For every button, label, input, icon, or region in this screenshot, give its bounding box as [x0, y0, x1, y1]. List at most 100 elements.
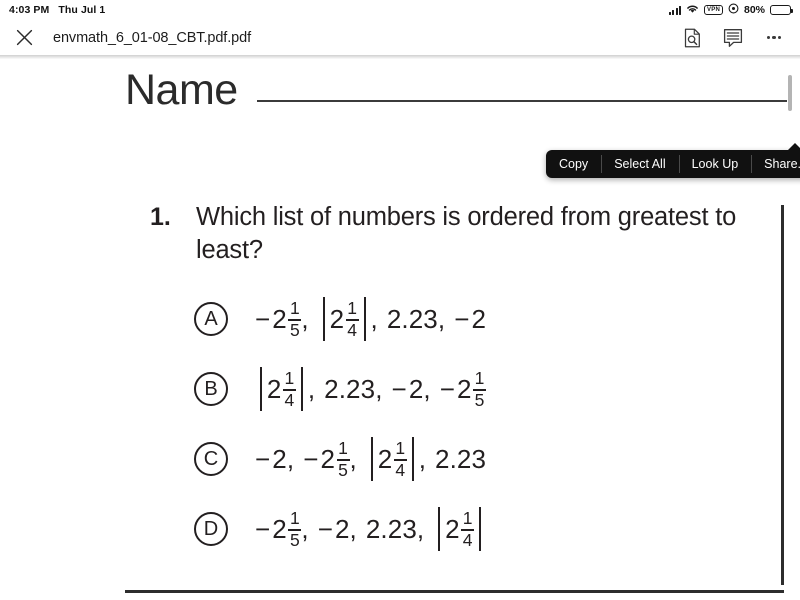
math-term: 214 — [366, 437, 419, 482]
vpn-badge: VPN — [704, 4, 723, 16]
math-term: −2 1 5 — [255, 298, 302, 340]
absolute-value-bar — [479, 507, 482, 552]
context-menu-item-select-all[interactable]: Select All — [601, 150, 678, 178]
choice-expression-d: −2 1 5, −2, 2.23, 2 1 4 — [255, 507, 486, 552]
comma: , — [375, 373, 383, 404]
minus-sign: − — [255, 443, 271, 474]
choice-bubble-b[interactable]: B — [194, 372, 228, 407]
integer-value: 2 — [471, 303, 487, 334]
math-term: 214 — [433, 507, 486, 552]
whole-part: 2 — [320, 443, 336, 474]
comma: , — [418, 443, 427, 474]
decimal-value: 2.23 — [365, 513, 417, 544]
math-term: 2.23 — [387, 304, 438, 335]
status-bar: 4:03 PM Thu Jul 1 VPN 80% — [0, 0, 800, 20]
math-term: 2.23 — [435, 444, 486, 475]
minus-sign: − — [303, 443, 319, 474]
document-scrollbar-thumb[interactable] — [787, 75, 792, 111]
comma: , — [349, 443, 357, 474]
fraction: 14 — [393, 438, 407, 480]
pdf-viewport[interactable]: Name 1. Which list of numbers is ordered… — [0, 59, 800, 600]
minus-sign: − — [317, 513, 333, 544]
math-term: −2 — [392, 374, 424, 405]
cellular-signal-icon — [668, 5, 682, 15]
battery-percent: 80% — [743, 4, 765, 16]
choice-bubble-c[interactable]: C — [194, 442, 228, 477]
document-search-icon[interactable] — [680, 26, 704, 50]
comma: , — [416, 513, 425, 544]
answer-choices: A −2 1 5, 2 1 4, 2.23, −2 B 2 1 4, 2.23, −2, −2 1 5 C −2, −2… — [150, 284, 750, 564]
whole-part: 2 — [272, 513, 287, 544]
wifi-icon — [686, 4, 699, 17]
more-options-icon[interactable] — [762, 26, 786, 50]
context-menu-item-look-up[interactable]: Look Up — [678, 150, 752, 178]
minus-sign: − — [454, 303, 470, 334]
mixed-number: 214 — [445, 508, 475, 550]
page-right-rule — [781, 205, 784, 585]
document-scrollbar-track[interactable] — [787, 59, 796, 600]
math-term: 2.23 — [324, 374, 375, 405]
integer-value: 2 — [408, 373, 424, 404]
question-number: 1. — [150, 203, 171, 231]
status-bar-left: 4:03 PM Thu Jul 1 — [9, 4, 105, 16]
math-term: −2 — [318, 514, 350, 545]
choice-bubble-d[interactable]: D — [194, 512, 228, 547]
mixed-number: 215 — [272, 298, 302, 340]
status-bar-right: VPN 80% — [668, 3, 793, 17]
fraction: 15 — [473, 368, 487, 410]
name-label: Name — [125, 66, 238, 114]
question-block: 1. Which list of numbers is ordered from… — [150, 201, 750, 564]
text-selection-context-menu: CopySelect AllLook UpShare... — [546, 143, 800, 178]
document-toolbar: envmath_6_01-08_CBT.pdf.pdf — [0, 20, 800, 55]
mixed-number: 215 — [272, 508, 302, 550]
integer-value: 2 — [272, 443, 287, 474]
pdf-page: Name 1. Which list of numbers is ordered… — [0, 59, 800, 600]
minus-sign: − — [391, 373, 407, 404]
comma: , — [437, 303, 446, 334]
whole-part: 2 — [272, 303, 287, 334]
decimal-value: 2.23 — [386, 303, 438, 334]
answer-choice-d[interactable]: D −2 1 5, −2, 2.23, 2 1 4 — [150, 494, 750, 564]
markup-annotation-icon[interactable] — [721, 26, 745, 50]
mixed-number: 215 — [457, 368, 487, 410]
answer-choice-a[interactable]: A −2 1 5, 2 1 4, 2.23, −2 — [150, 284, 750, 354]
math-term: −2 — [255, 444, 287, 475]
context-menu-item-copy[interactable]: Copy — [546, 150, 601, 178]
comma: , — [301, 303, 309, 334]
comma: , — [301, 513, 309, 544]
whole-part: 2 — [457, 373, 472, 404]
fraction: 15 — [288, 298, 302, 340]
absolute-value-bar — [411, 437, 414, 482]
context-menu-item-share[interactable]: Share... — [751, 150, 800, 178]
math-term: 214 — [318, 297, 371, 342]
math-term: 2.23 — [366, 514, 417, 545]
math-term: 214 — [255, 367, 308, 412]
context-menu-caret — [786, 143, 800, 151]
comma: , — [423, 373, 431, 404]
answer-choice-c[interactable]: C −2, −2 1 5, 2 1 4, 2.23 — [150, 424, 750, 494]
absolute-value-bar — [300, 367, 303, 412]
math-term: −2 1 5 — [303, 438, 350, 480]
fraction: 15 — [336, 438, 350, 480]
choice-bubble-a[interactable]: A — [194, 302, 228, 337]
answer-choice-b[interactable]: B 2 1 4, 2.23, −2, −2 1 5 — [150, 354, 750, 424]
mixed-number: 215 — [320, 438, 350, 480]
absolute-value-bar — [370, 437, 373, 482]
integer-value: 2 — [334, 513, 350, 544]
name-write-line — [256, 99, 787, 102]
question-row: 1. Which list of numbers is ordered from… — [150, 201, 750, 266]
page-bottom-rule — [125, 590, 784, 594]
comma: , — [307, 373, 316, 404]
close-icon[interactable] — [12, 26, 36, 50]
choice-expression-c: −2, −2 1 5, 2 1 4, 2.23 — [255, 437, 486, 482]
math-term: −2 1 5 — [440, 368, 487, 410]
whole-part: 2 — [445, 513, 460, 544]
absolute-value-bar — [322, 297, 325, 342]
whole-part: 2 — [377, 443, 393, 474]
decimal-value: 2.23 — [435, 443, 487, 474]
absolute-value-bar — [363, 297, 366, 342]
fraction: 14 — [461, 508, 475, 550]
minus-sign: − — [255, 513, 271, 544]
absolute-value-bar — [438, 507, 441, 552]
fraction: 15 — [288, 508, 302, 550]
